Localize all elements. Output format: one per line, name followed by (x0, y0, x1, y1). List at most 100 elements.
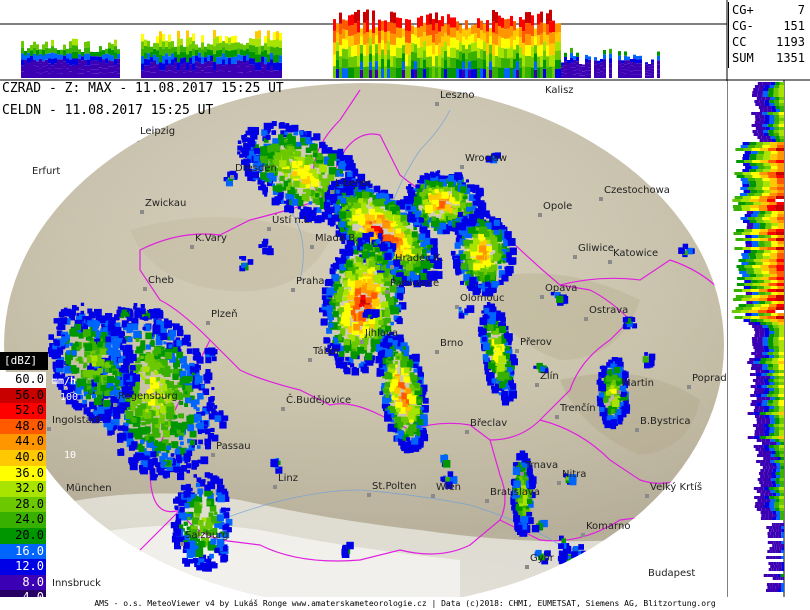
echo-cell (780, 463, 784, 466)
echo-cell (531, 46, 534, 58)
echo-cell (378, 19, 381, 32)
echo-cell (778, 541, 782, 544)
echo-cell (459, 51, 462, 61)
echo-cell (779, 376, 784, 379)
echo-cell (766, 457, 771, 460)
echo-cell (409, 395, 417, 403)
echo-cell (243, 61, 246, 67)
echo-cell (153, 48, 156, 55)
echo-cell (763, 163, 771, 166)
echo-cell (270, 59, 273, 66)
echo-cell (766, 466, 770, 469)
echo-cell (162, 48, 165, 56)
echo-cell (624, 73, 627, 78)
echo-cell (234, 56, 237, 64)
echo-cell (537, 13, 540, 25)
echo-cell (456, 21, 459, 31)
echo-cell (767, 232, 776, 235)
echo-cell (778, 529, 782, 532)
echo-cell (585, 58, 588, 63)
echo-cell (444, 69, 447, 78)
echo-cell (264, 36, 267, 44)
echo-cell (498, 46, 501, 58)
echo-cell (261, 149, 268, 156)
echo-cell (372, 55, 375, 67)
echo-cell (773, 325, 779, 328)
echo-cell (767, 208, 776, 211)
echo-cell (773, 574, 778, 577)
echo-cell (769, 193, 777, 196)
echo-cell (402, 53, 405, 62)
echo-cell (249, 38, 252, 45)
echo-cell (767, 106, 772, 109)
echo-cell (198, 57, 201, 63)
echo-cell (770, 214, 778, 217)
echo-cell (773, 91, 779, 94)
echo-cell (758, 208, 768, 211)
echo-cell (417, 37, 420, 48)
echo-cell (772, 517, 777, 520)
echo-cell (480, 68, 483, 78)
echo-cell (753, 361, 760, 364)
echo-cell (771, 361, 778, 364)
echo-cell (734, 247, 743, 250)
echo-cell (755, 502, 760, 505)
echo-cell (422, 397, 429, 404)
echo-cell (465, 20, 468, 30)
echo-cell (570, 62, 573, 68)
echo-cell (769, 442, 773, 445)
echo-cell (776, 262, 784, 265)
echo-cell (54, 48, 57, 54)
echo-cell (773, 445, 779, 448)
echo-cell (770, 286, 778, 289)
echo-cell (399, 435, 403, 440)
echo-cell (510, 15, 513, 27)
echo-cell (376, 286, 381, 292)
echo-cell (764, 85, 770, 88)
echo-cell (765, 442, 770, 445)
echo-cell (769, 217, 777, 220)
echo-cell (774, 430, 780, 433)
echo-cell (633, 74, 636, 78)
echo-cell (246, 72, 249, 78)
echo-cell (240, 55, 243, 61)
echo-cell (237, 151, 241, 155)
echo-cell (180, 45, 183, 52)
echo-cell (414, 61, 417, 70)
echo-cell (753, 223, 760, 226)
echo-cell (78, 49, 81, 55)
echo-cell (420, 36, 423, 47)
echo-cell (775, 199, 784, 202)
echo-cell (30, 72, 33, 78)
echo-cell (764, 406, 770, 409)
echo-cell (567, 75, 570, 78)
echo-cell (471, 42, 474, 52)
echo-cell (552, 43, 555, 56)
echo-cell (773, 541, 776, 544)
echo-cell (337, 336, 343, 341)
echo-cell (465, 49, 468, 59)
echo-cell (761, 490, 766, 493)
echo-cell (69, 71, 72, 78)
echo-cell (413, 368, 418, 373)
echo-cell (494, 339, 500, 345)
echo-cell (751, 367, 757, 370)
echo-cell (751, 124, 757, 127)
echo-cell (408, 43, 411, 55)
echo-cell (776, 253, 784, 256)
echo-cell (390, 321, 394, 326)
echo-cell (375, 239, 381, 244)
echo-cell (756, 490, 762, 493)
echo-cell (460, 202, 466, 208)
echo-cell (773, 529, 777, 532)
echo-cell (344, 302, 351, 309)
echo-cell (651, 59, 654, 63)
echo-cell (162, 41, 165, 49)
echo-cell (773, 457, 778, 460)
echo-cell (528, 45, 531, 56)
echo-cell (549, 55, 552, 67)
echo-cell (234, 35, 237, 43)
echo-cell (738, 202, 746, 205)
echo-cell (775, 289, 784, 292)
echo-cell (775, 454, 780, 457)
